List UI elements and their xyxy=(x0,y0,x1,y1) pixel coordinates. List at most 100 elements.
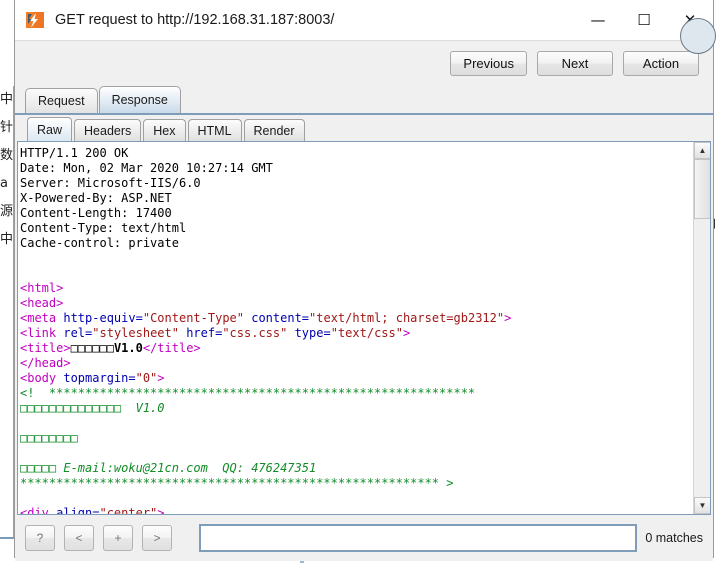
minimize-icon[interactable]: — xyxy=(575,0,621,40)
code-line: Date: Mon, 02 Mar 2020 10:27:14 GMT xyxy=(20,161,273,175)
search-input[interactable] xyxy=(199,524,638,552)
background-left-bottom-accent xyxy=(0,537,14,539)
code-token: □□□□□□□□□□□□□□ V1.0 xyxy=(20,401,165,415)
code-token: "center" xyxy=(99,506,158,514)
code-token: <title> xyxy=(20,341,71,355)
code-line: □□□□□□□□□□□□□□ V1.0 xyxy=(20,401,693,416)
code-token: > xyxy=(157,506,165,514)
subtab-hex[interactable]: Hex xyxy=(143,119,186,141)
code-token: http-equiv= xyxy=(63,311,143,325)
code-token: ****************************************… xyxy=(20,476,440,490)
code-token: <head> xyxy=(20,296,64,310)
code-token: "0" xyxy=(135,371,158,385)
code-token: ****************************************… xyxy=(34,386,476,400)
window-title: GET request to http://192.168.31.187:800… xyxy=(55,12,335,28)
code-token: <! xyxy=(20,386,35,400)
code-line: <title>□□□□□□V1.0</title> xyxy=(20,341,693,356)
code-line: Content-Length: 17400 xyxy=(20,206,172,220)
search-bar: ? < + > 0 matches xyxy=(15,515,713,561)
code-line: </head> xyxy=(20,356,693,371)
scroll-up-arrow-icon[interactable]: ▲ xyxy=(694,142,710,159)
response-raw-text[interactable]: HTTP/1.1 200 OK Date: Mon, 02 Mar 2020 10… xyxy=(18,142,693,514)
code-line: <meta http-equiv="Content-Type" content=… xyxy=(20,311,693,326)
code-token: □□□□□□ xyxy=(70,341,114,355)
code-token: □□□□□ E-mail:woku@21cn.com QQ: 476247351 xyxy=(20,461,317,475)
code-line: <div align="center"> xyxy=(20,506,693,514)
code-token: topmargin= xyxy=(63,371,136,385)
bg-char-5: 中 xyxy=(0,232,14,247)
maximize-icon[interactable]: ☐ xyxy=(621,0,667,40)
code-token: align= xyxy=(56,506,100,514)
editor-vertical-scrollbar[interactable]: ▲ ▼ xyxy=(693,142,710,514)
code-token: <meta xyxy=(20,311,64,325)
tab-request[interactable]: Request xyxy=(25,88,98,113)
code-token: > xyxy=(504,311,512,325)
title-bar: GET request to http://192.168.31.187:800… xyxy=(15,0,713,41)
search-help-button[interactable]: ? xyxy=(25,525,55,551)
subtab-render[interactable]: Render xyxy=(243,119,305,141)
code-line: <head> xyxy=(20,296,693,311)
code-line: Server: Microsoft-IIS/6.0 xyxy=(20,176,201,190)
bg-char-0: 中 xyxy=(0,92,14,107)
action-button[interactable]: Action xyxy=(623,51,699,76)
code-token: V1.0 xyxy=(113,341,143,355)
background-left-text-strip: 中 针 数 a 源 中 xyxy=(0,86,14,536)
code-line: <html> xyxy=(20,281,693,296)
code-token: > xyxy=(439,476,454,490)
code-token: <link xyxy=(20,326,64,340)
code-token: "text/html; charset=gb2312" xyxy=(309,311,505,325)
code-token: > xyxy=(157,371,165,385)
code-line: Content-Type: text/html xyxy=(20,221,187,235)
code-line: ****************************************… xyxy=(20,476,693,491)
code-token: "css.css" xyxy=(222,326,288,340)
code-token: </head> xyxy=(20,356,71,370)
code-token: rel= xyxy=(63,326,93,340)
code-line: <link rel="stylesheet" href="css.css" ty… xyxy=(20,326,693,341)
code-line: <! *************************************… xyxy=(20,386,693,401)
code-token: </title> xyxy=(142,341,201,355)
response-view-tab-bar: Raw Headers Hex HTML Render xyxy=(15,115,713,141)
code-token: type= xyxy=(287,326,331,340)
code-line: □□□□□□□□ xyxy=(20,431,693,446)
code-token: "Content-Type" xyxy=(142,311,244,325)
primary-tab-bar: Request Response xyxy=(15,86,713,113)
burp-suite-icon xyxy=(25,10,45,30)
bg-char-2: 数 xyxy=(0,148,14,163)
scroll-down-arrow-icon[interactable]: ▼ xyxy=(694,497,710,514)
scrollbar-track[interactable] xyxy=(694,219,710,497)
navigation-button-row: Previous Next Action xyxy=(15,41,713,86)
subtab-raw[interactable]: Raw xyxy=(27,117,73,141)
bg-char-1: 针 xyxy=(0,120,14,135)
code-line: HTTP/1.1 200 OK xyxy=(20,146,129,160)
tab-response[interactable]: Response xyxy=(98,86,181,113)
code-line: X-Powered-By: ASP.NET xyxy=(20,191,172,205)
code-token: > xyxy=(402,326,411,340)
code-token: href= xyxy=(178,326,223,340)
code-token: □□□□□□□□ xyxy=(20,431,78,445)
code-token: <body xyxy=(20,371,64,385)
next-button[interactable]: Next xyxy=(537,51,613,76)
previous-button[interactable]: Previous xyxy=(450,51,527,76)
subtab-headers[interactable]: Headers xyxy=(74,119,142,141)
response-editor[interactable]: HTTP/1.1 200 OK Date: Mon, 02 Mar 2020 10… xyxy=(17,141,711,515)
scrollbar-thumb[interactable] xyxy=(694,159,710,219)
subtab-html[interactable]: HTML xyxy=(187,119,242,141)
bg-char-3: a xyxy=(0,176,8,191)
search-prev-button[interactable]: < xyxy=(64,525,94,551)
search-add-button[interactable]: + xyxy=(103,525,133,551)
code-token: <html> xyxy=(20,281,64,295)
code-token: "text/css" xyxy=(330,326,403,340)
search-next-button[interactable]: > xyxy=(142,525,172,551)
scrollbar-hover-highlight xyxy=(680,18,716,54)
burp-request-response-window: GET request to http://192.168.31.187:800… xyxy=(14,0,714,561)
bg-char-4: 源 xyxy=(0,204,14,219)
code-token: "stylesheet" xyxy=(92,326,179,340)
code-token: <div xyxy=(20,506,57,514)
code-line: Cache-control: private xyxy=(20,236,179,250)
code-line: <body topmargin="0"> xyxy=(20,371,693,386)
